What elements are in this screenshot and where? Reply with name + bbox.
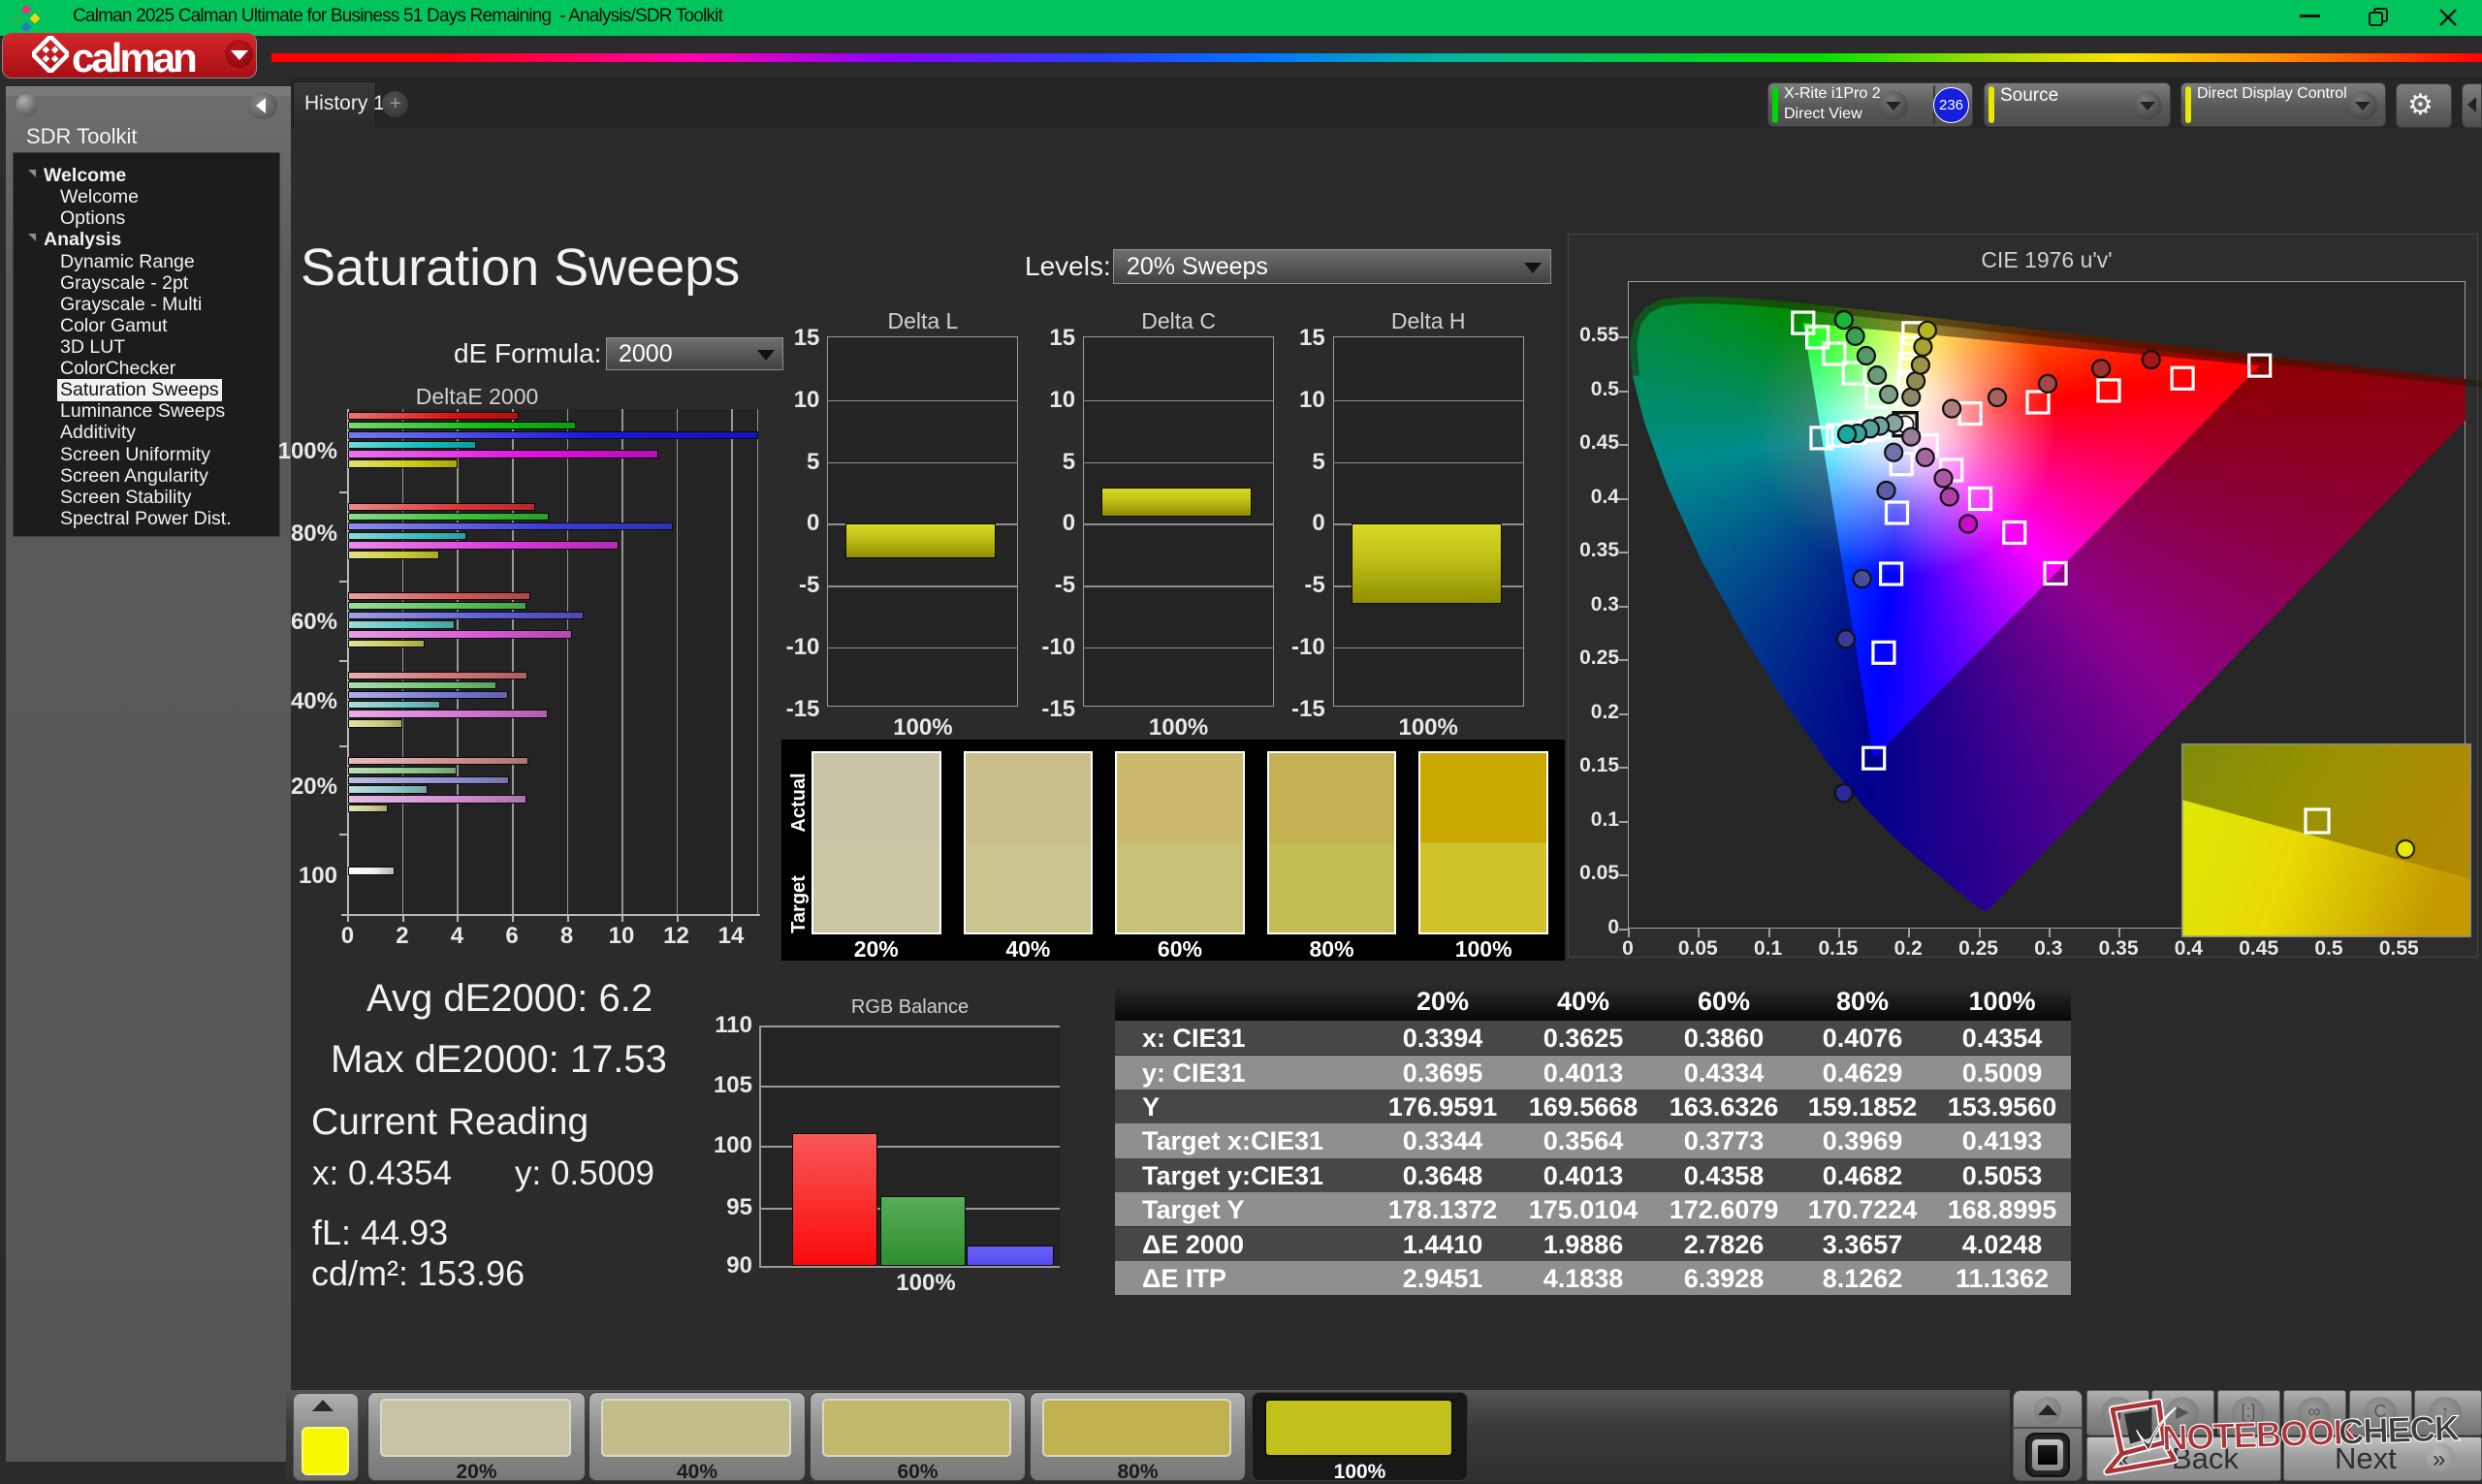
svg-text:CHECK: CHECK (2338, 1408, 2461, 1452)
svg-text:NOTEBOOK: NOTEBOOK (2161, 1411, 2360, 1458)
